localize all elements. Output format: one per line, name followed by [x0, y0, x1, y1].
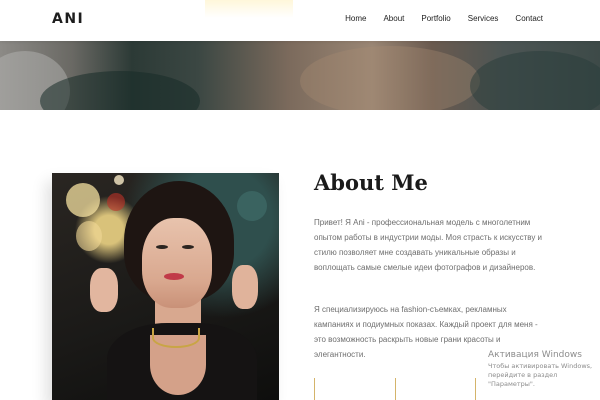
site-logo[interactable]: ANI: [52, 11, 84, 27]
stat-divider: [314, 378, 315, 400]
right-hand: [232, 265, 258, 309]
nav-about[interactable]: About: [383, 14, 404, 23]
face: [142, 218, 212, 308]
site-header: ANI Home About Portfolio Services Contac…: [0, 0, 600, 41]
stat-divider: [395, 378, 396, 400]
bokeh-light: [107, 193, 125, 211]
about-paragraph-1: Привет! Я Ani - профессиональная модель …: [314, 218, 543, 272]
hero-banner-image: [0, 41, 600, 110]
header-glow: [205, 0, 293, 18]
right-eye: [182, 245, 194, 249]
watermark-title: Активация Windows: [488, 350, 582, 360]
nav-contact[interactable]: Contact: [515, 14, 543, 23]
portrait-photo: [52, 173, 279, 400]
hero-blur-shape: [470, 51, 600, 110]
nav-services[interactable]: Services: [468, 14, 499, 23]
bokeh-light: [66, 183, 100, 217]
lips: [164, 273, 184, 280]
windows-activation-watermark: Активация Windows Чтобы активировать Win…: [488, 350, 600, 389]
main-nav: Home About Portfolio Services Contact: [328, 14, 543, 23]
about-title: About Me: [314, 170, 428, 195]
bokeh-light: [237, 191, 267, 221]
left-eye: [156, 245, 168, 249]
nav-home[interactable]: Home: [345, 14, 366, 23]
bokeh-light: [76, 221, 102, 251]
left-hand: [90, 268, 118, 312]
gold-necklace: [152, 328, 200, 348]
bokeh-light: [114, 175, 124, 185]
stat-divider: [475, 378, 476, 400]
watermark-subtitle: Чтобы активировать Windows, перейдите в …: [488, 362, 593, 388]
hero-blur-shape: [300, 46, 480, 110]
nav-portfolio[interactable]: Portfolio: [421, 14, 450, 23]
